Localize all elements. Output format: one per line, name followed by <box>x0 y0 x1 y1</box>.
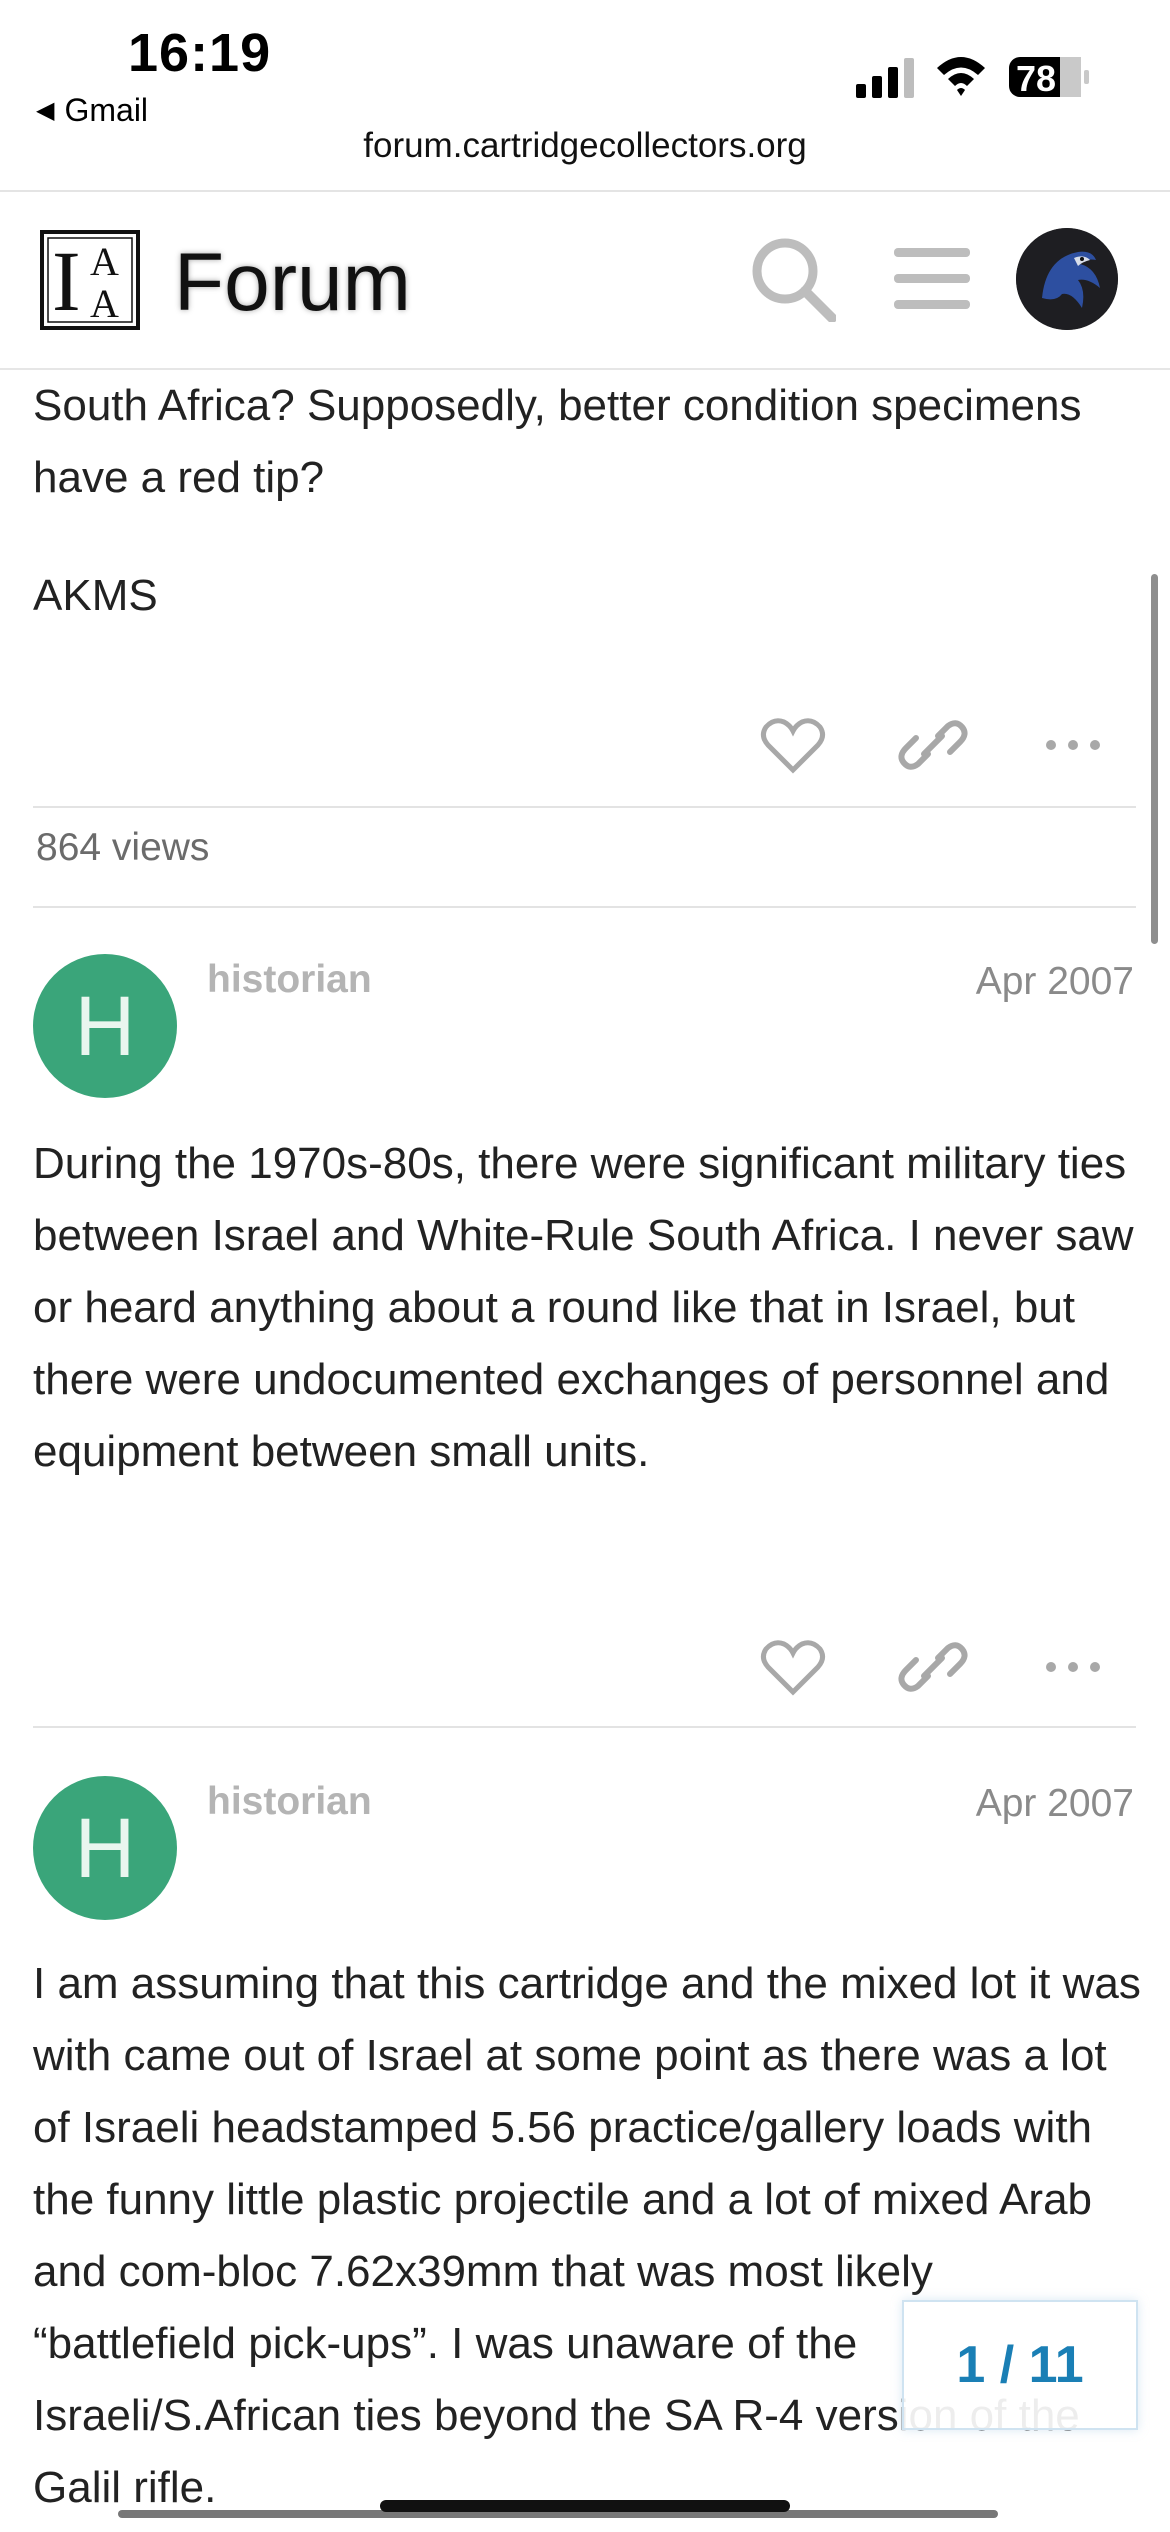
post-avatar[interactable]: H <box>33 954 177 1098</box>
status-time: 16:19 <box>128 23 272 83</box>
logo-letter-a-bottom: A <box>90 281 119 326</box>
logo-letter-a-top: A <box>90 239 119 284</box>
logo-letter-i: I <box>52 233 81 329</box>
cellular-signal-icon <box>856 58 914 98</box>
hamburger-menu-icon[interactable] <box>894 246 970 312</box>
back-to-app-link[interactable]: ◀ Gmail <box>36 92 148 129</box>
post-actions <box>758 710 1100 780</box>
battery-icon: 78 <box>1008 56 1090 99</box>
page-url[interactable]: forum.cartridgecollectors.org <box>0 126 1170 166</box>
wifi-icon <box>937 57 985 96</box>
share-link-icon[interactable] <box>898 1632 968 1702</box>
site-header: I A A Forum <box>0 192 1170 370</box>
previous-post-text: South Africa? Supposedly, better conditi… <box>33 381 1082 502</box>
topic-progress-counter[interactable]: 1 / 11 <box>902 2300 1138 2430</box>
eagle-avatar-icon <box>1016 228 1118 330</box>
battery-level: 78 <box>1016 58 1057 99</box>
post-avatar[interactable]: H <box>33 1776 177 1920</box>
post-actions <box>758 1632 1100 1702</box>
back-app-label: Gmail <box>64 92 149 128</box>
site-title[interactable]: Forum <box>174 236 411 330</box>
post-date[interactable]: Apr 2007 <box>976 1782 1134 1826</box>
status-bar: 16:19 ◀ Gmail 78 forum.cartridgecollector… <box>0 0 1170 192</box>
divider <box>33 906 1136 908</box>
user-avatar[interactable] <box>1016 228 1118 330</box>
home-indicator[interactable] <box>380 2500 790 2512</box>
topic-view-count: 864 views <box>36 826 210 869</box>
post-body: During the 1970s-80s, there were signifi… <box>33 1139 1134 1476</box>
post-username[interactable]: historian <box>207 1780 372 1824</box>
search-icon[interactable] <box>750 236 836 322</box>
share-link-icon[interactable] <box>898 710 968 780</box>
more-options-icon[interactable] <box>1038 710 1108 780</box>
post-body: I am assuming that this cartridge and th… <box>33 1959 1141 2512</box>
post-username[interactable]: historian <box>207 958 372 1002</box>
like-heart-icon[interactable] <box>758 1632 828 1702</box>
iaa-logo[interactable]: I A A <box>40 230 140 330</box>
post-date[interactable]: Apr 2007 <box>976 960 1134 1004</box>
scroll-indicator[interactable] <box>1151 574 1158 944</box>
back-triangle-icon: ◀ <box>36 97 55 124</box>
divider <box>33 806 1136 808</box>
post-signature: AKMS <box>33 571 158 620</box>
like-heart-icon[interactable] <box>758 710 828 780</box>
progress-label: 1 / 11 <box>956 2336 1084 2394</box>
divider <box>33 1726 1136 1728</box>
more-options-icon[interactable] <box>1038 1632 1108 1702</box>
